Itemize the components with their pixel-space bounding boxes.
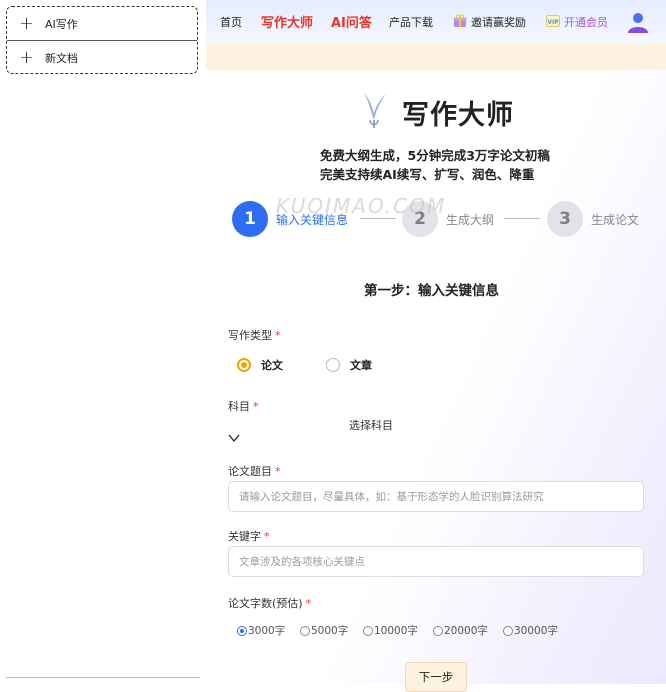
sidebar-menu: + AI写作 + 新文档 [6,6,198,74]
word-count-option-5000[interactable]: 5000字 [300,623,348,638]
top-nav: 首页 写作大师 AI问答 产品下载 邀请赢奖励 VIP 开通会员 [206,0,666,44]
radio-indicator [433,625,443,636]
step-connector [504,218,540,219]
nav-vip[interactable]: 开通会员 [564,14,608,30]
topic-input[interactable] [228,481,644,512]
radio-indicator [503,625,513,636]
vip-icon: VIP [546,15,560,27]
svg-text:VIP: VIP [547,19,559,26]
keywords-label: 关键字 * [228,530,270,543]
word-count-option-3000[interactable]: 3000字 [237,623,285,638]
avatar-icon[interactable] [626,10,650,34]
nav-download[interactable]: 产品下载 [389,14,433,30]
nav-home[interactable]: 首页 [220,14,242,30]
nav-invite[interactable]: 邀请赢奖励 [471,14,526,30]
radio-indicator [363,625,373,636]
gift-icon [453,14,467,27]
notice-banner [206,44,666,70]
tagline-secondary: 完美支持续AI续写、扩写、润色、降重 [320,167,535,182]
radio-article[interactable]: 文章 [326,357,372,373]
word-count-label: 论文字数(预估) * [228,597,312,610]
form-step-title: 第一步：输入关键信息 [364,283,499,299]
topic-label: 论文题目 * [228,465,281,478]
subject-label: 科目 * [228,400,259,413]
next-step-button[interactable]: 下一步 [405,662,467,692]
keywords-input[interactable] [228,546,644,577]
quill-logo-icon [364,92,386,128]
step-3-circle: 3 [547,201,583,237]
word-count-option-10000[interactable]: 10000字 [363,623,418,638]
sidebar-divider [6,677,200,678]
step-3-label: 生成论文 [591,213,640,227]
sidebar-item-new-document[interactable]: + 新文档 [7,40,197,74]
main-content: 首页 写作大师 AI问答 产品下载 邀请赢奖励 VIP 开通会员 写作大师 免费… [206,0,666,692]
plus-icon: + [19,46,35,68]
step-2-label: 生成大纲 [446,213,495,227]
radio-indicator [237,358,251,372]
tagline-primary: 免费大纲生成，5分钟完成3万字论文初稿 [320,148,550,163]
sidebar-item-ai-writing[interactable]: + AI写作 [7,7,197,40]
radio-indicator [326,358,340,372]
sidebar-item-label: 新文档 [45,51,78,65]
radio-indicator [237,625,247,636]
subject-select[interactable]: 选择科目 [349,417,393,433]
sidebar-item-label: AI写作 [45,17,78,31]
watermark: KUQIMAO.COM [276,194,447,218]
step-connector [360,218,396,219]
step-1-circle: 1 [232,201,268,237]
radio-thesis[interactable]: 论文 [237,357,283,373]
nav-ai-qa[interactable]: AI问答 [331,12,372,31]
radio-indicator [300,625,310,636]
sidebar: + AI写作 + 新文档 [0,0,206,684]
word-count-option-20000[interactable]: 20000字 [433,623,488,638]
word-count-option-30000[interactable]: 30000字 [503,623,558,638]
chevron-down-icon[interactable] [228,433,240,443]
plus-icon: + [19,12,35,34]
brand-title: 写作大师 [402,100,514,131]
writing-type-label: 写作类型 * [228,329,281,342]
nav-writing-master[interactable]: 写作大师 [261,12,313,31]
